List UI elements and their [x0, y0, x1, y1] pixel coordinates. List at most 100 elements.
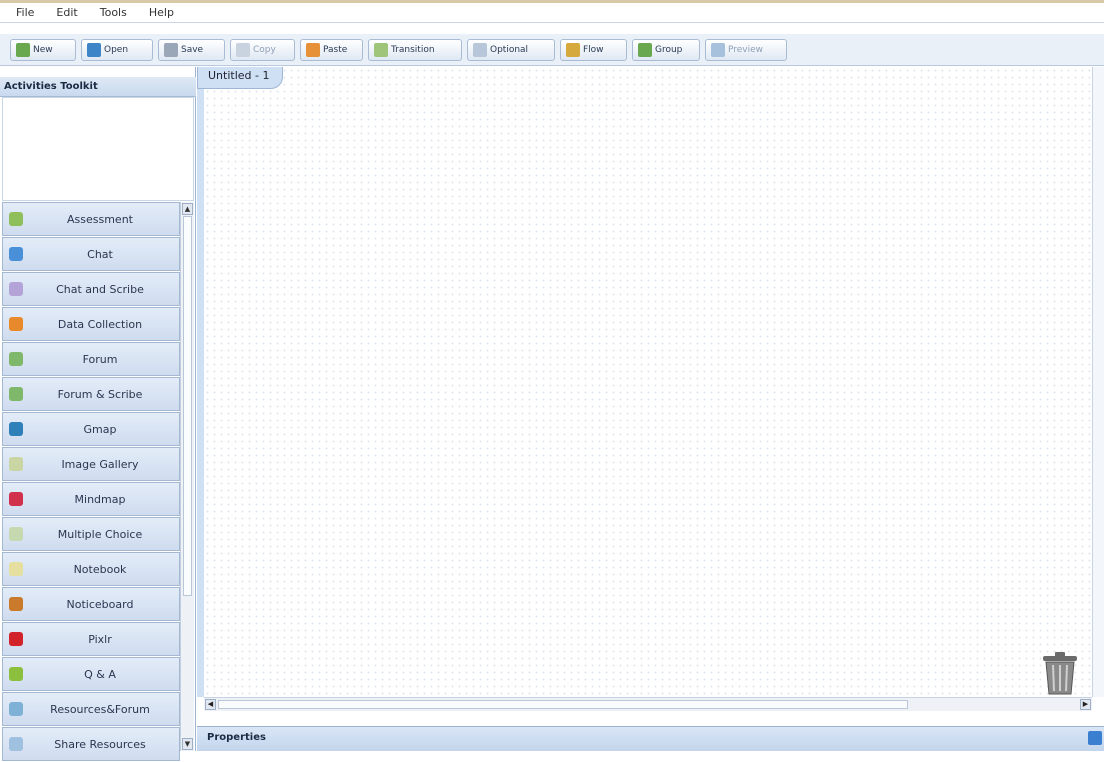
activity-description-area [2, 97, 194, 201]
tool-item-data-collection[interactable]: Data Collection [2, 307, 180, 341]
scroll-right-arrow-icon[interactable]: ▶ [1080, 699, 1091, 710]
tool-item-label: Assessment [67, 212, 133, 226]
sequence-canvas[interactable] [197, 67, 1104, 697]
copy-icon [236, 43, 250, 57]
tool-list-scrollbar[interactable]: ▲ ▼ [180, 202, 194, 751]
tool-item-label: Image Gallery [61, 457, 139, 471]
toolbar-button-label: Flow [583, 45, 604, 55]
trash-icon[interactable] [1037, 650, 1083, 696]
menu-help[interactable]: Help [139, 6, 186, 19]
tool-item-label: Chat [87, 247, 113, 261]
tool-item-share-resources[interactable]: Share Resources [2, 727, 180, 761]
toolbar-button-label: Optional [490, 45, 529, 55]
share-resources-icon [9, 737, 23, 751]
scroll-down-arrow-icon[interactable]: ▼ [182, 738, 193, 750]
tool-item-label: Forum [82, 352, 118, 366]
tool-item-label: Notebook [73, 562, 127, 576]
toolbar-button-label: Save [181, 45, 204, 55]
flow-button[interactable]: Flow [560, 39, 627, 61]
group-button[interactable]: Group [632, 39, 700, 61]
tool-item-label: Mindmap [74, 492, 126, 506]
panel-title: Activities Toolkit [0, 77, 196, 97]
preview-icon [711, 43, 725, 57]
menu-edit[interactable]: Edit [46, 6, 89, 19]
horizontal-scroll-thumb[interactable] [218, 700, 908, 709]
toolbar-button-label: Copy [253, 45, 276, 55]
tool-item-noticeboard[interactable]: Noticeboard [2, 587, 180, 621]
forum-scribe-icon [9, 387, 23, 401]
chat-icon [9, 247, 23, 261]
flow-icon [566, 43, 580, 57]
toolbar-button-label: Transition [391, 45, 435, 55]
open-button[interactable]: Open [81, 39, 153, 61]
canvas-vertical-scrollbar[interactable] [1092, 67, 1104, 697]
tool-item-forum-scribe[interactable]: Forum & Scribe [2, 377, 180, 411]
optional-button[interactable]: Optional [467, 39, 555, 61]
tool-item-pixlr[interactable]: Pixlr [2, 622, 180, 656]
preview-button[interactable]: Preview [705, 39, 787, 61]
new-icon [16, 43, 30, 57]
properties-title: Properties [207, 732, 266, 743]
tool-item-label: Pixlr [88, 632, 112, 646]
tool-item-mindmap[interactable]: Mindmap [2, 482, 180, 516]
pixlr-icon [9, 632, 23, 646]
scroll-thumb[interactable] [183, 216, 192, 596]
tool-item-qa[interactable]: Q & A [2, 657, 180, 691]
menu-tools[interactable]: Tools [90, 6, 139, 19]
scroll-left-arrow-icon[interactable]: ◀ [205, 699, 216, 710]
toolbar-button-label: New [33, 45, 53, 55]
toolbar-button-label: Preview [728, 45, 764, 55]
tool-item-notebook[interactable]: Notebook [2, 552, 180, 586]
activities-toolkit-panel: Activities Toolkit Assessment Chat Chat an… [0, 67, 196, 761]
canvas-horizontal-scrollbar[interactable]: ◀ ▶ [204, 697, 1092, 711]
open-icon [87, 43, 101, 57]
qa-icon [9, 667, 23, 681]
paste-icon [306, 43, 320, 57]
assessment-icon [9, 212, 23, 226]
globe-icon [9, 422, 23, 436]
tool-item-label: Forum & Scribe [57, 387, 143, 401]
document-tab[interactable]: Untitled - 1 [197, 67, 283, 89]
image-gallery-icon [9, 457, 23, 471]
forum-icon [9, 352, 23, 366]
tool-item-assessment[interactable]: Assessment [2, 202, 180, 236]
transition-icon [374, 43, 388, 57]
chat-scribe-icon [9, 282, 23, 296]
toolbar-button-label: Group [655, 45, 683, 55]
noticeboard-icon [9, 597, 23, 611]
copy-button[interactable]: Copy [230, 39, 295, 61]
toolbar-button-label: Open [104, 45, 129, 55]
group-icon [638, 43, 652, 57]
tool-item-label: Share Resources [54, 737, 146, 751]
activity-tool-list: Assessment Chat Chat and Scribe Data Collec… [2, 202, 180, 762]
menu-bar: File Edit Tools Help [0, 3, 1104, 23]
toolbar-button-label: Paste [323, 45, 348, 55]
paste-button[interactable]: Paste [300, 39, 363, 61]
mindmap-icon [9, 492, 23, 506]
tool-item-chat[interactable]: Chat [2, 237, 180, 271]
tool-item-resources-forum[interactable]: Resources&Forum [2, 692, 180, 726]
save-icon [164, 43, 178, 57]
toolbar: New Open Save Copy Paste Transition Optional Fl… [0, 34, 1104, 66]
properties-expand-icon[interactable] [1088, 731, 1102, 745]
canvas-left-border [197, 67, 204, 697]
data-collection-icon [9, 317, 23, 331]
optional-icon [473, 43, 487, 57]
multiple-choice-icon [9, 527, 23, 541]
tool-item-globe[interactable]: Gmap [2, 412, 180, 446]
menu-file[interactable]: File [6, 6, 46, 19]
resources-forum-icon [9, 702, 23, 716]
tool-item-image-gallery[interactable]: Image Gallery [2, 447, 180, 481]
new-button[interactable]: New [10, 39, 76, 61]
scroll-up-arrow-icon[interactable]: ▲ [182, 203, 193, 215]
tool-item-forum[interactable]: Forum [2, 342, 180, 376]
tool-item-label: Noticeboard [66, 597, 134, 611]
tool-item-multiple-choice[interactable]: Multiple Choice [2, 517, 180, 551]
save-button[interactable]: Save [158, 39, 225, 61]
tool-item-label: Q & A [84, 667, 116, 681]
properties-bar[interactable]: Properties [197, 726, 1104, 751]
notebook-icon [9, 562, 23, 576]
tool-item-chat-scribe[interactable]: Chat and Scribe [2, 272, 180, 306]
tool-item-label: Gmap [83, 422, 117, 436]
transition-button[interactable]: Transition [368, 39, 462, 61]
